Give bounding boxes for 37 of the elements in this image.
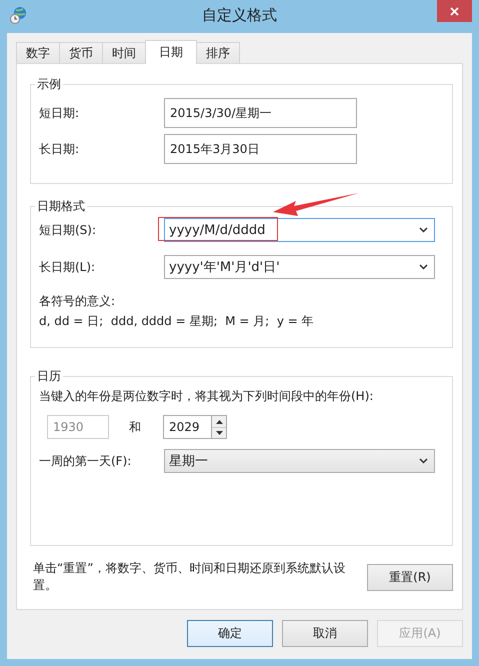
group-title: 示例 (36, 76, 62, 93)
field-label: 短日期(S): (39, 222, 98, 238)
year-field[interactable]: 2029 (163, 415, 211, 439)
dialog-button[interactable]: 取消 (282, 620, 368, 647)
field-label: 一周的第一天(F): (39, 452, 132, 470)
sample-field: 2015/3/30/星期一 (164, 98, 357, 128)
tab[interactable]: 时间 (102, 42, 146, 63)
chevron-down-icon (419, 458, 428, 464)
dialog-button[interactable]: 确定 (187, 620, 273, 647)
field-label: 短日期: (39, 104, 80, 122)
and-label: 和 (129, 418, 141, 436)
window-title: 自定义格式 (201, 6, 278, 25)
globe-clock-icon (10, 6, 28, 24)
field-label: 长日期: (39, 140, 80, 158)
field-label: 长日期(L): (39, 258, 96, 276)
sample-field: 2015年3月30日 (164, 134, 357, 164)
chevron-down-icon (419, 264, 428, 270)
legend-text: d, dd = 日; ddd, dddd = 星期; M = 月; y = 年 (39, 313, 315, 330)
weekday-dropdown[interactable]: 星期一 (164, 449, 435, 473)
tab[interactable]: 日期 (145, 40, 197, 64)
legend-title: 各符号的意义: (39, 293, 116, 310)
format-combo[interactable]: yyyy'年'M'月'd'日' (164, 255, 435, 279)
tab[interactable]: 数字 (16, 42, 60, 63)
year-prompt: 当键入的年份是两位数字时，将其视为下列时间段中的年份(H): (39, 388, 374, 405)
reset-note: 单击“重置”，将数字、货币、时间和日期还原到系统默认设置。 (33, 560, 346, 594)
tab[interactable]: 货币 (59, 42, 103, 63)
up-triangle-icon (216, 420, 222, 424)
spin-down-button[interactable] (212, 427, 226, 438)
close-icon (450, 6, 459, 16)
tab[interactable]: 排序 (196, 42, 240, 63)
spin-up-button[interactable] (212, 416, 226, 427)
group-title: 日历 (36, 368, 62, 385)
close-button[interactable] (437, 0, 472, 22)
reset-button[interactable]: 重置(R) (367, 564, 453, 590)
chevron-down-icon (419, 227, 428, 233)
group-title: 日期格式 (36, 198, 86, 215)
down-triangle-icon (216, 431, 222, 435)
